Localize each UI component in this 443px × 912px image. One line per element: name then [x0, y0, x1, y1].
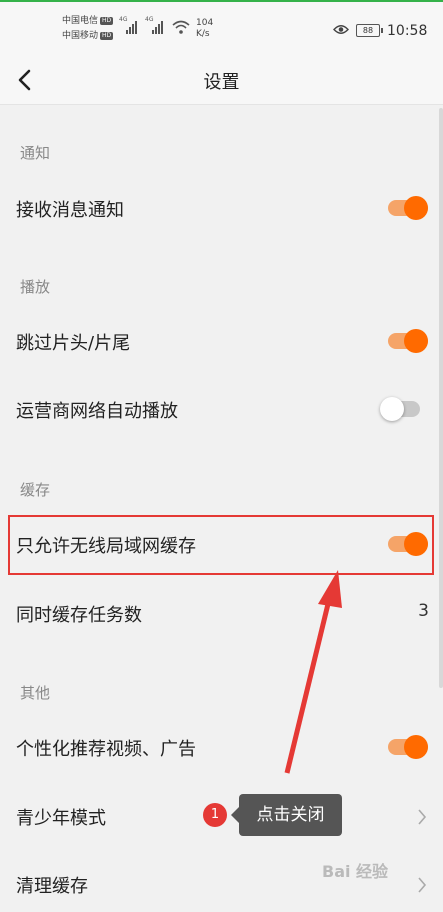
row-label: 青少年模式 [16, 808, 106, 829]
step-badge: 1 [203, 803, 227, 827]
section-other-header: 其他 [20, 684, 51, 702]
row-label: 个性化推荐视频、广告 [16, 739, 196, 760]
section-cache-header: 缓存 [20, 481, 51, 499]
section-playback-header: 播放 [20, 278, 51, 296]
wifi-icon [172, 20, 190, 34]
personalized-toggle[interactable] [388, 735, 428, 759]
row-receive-notify[interactable]: 接收消息通知 [0, 180, 443, 236]
highlight-box [8, 515, 434, 575]
clock: 10:58 [387, 23, 428, 39]
tooltip-label: 点击关闭 [231, 794, 342, 836]
scrollbar[interactable] [439, 108, 443, 688]
signal-1-icon [126, 20, 137, 34]
row-carrier-autoplay[interactable]: 运营商网络自动播放 [0, 381, 443, 437]
carrier-autoplay-toggle[interactable] [380, 397, 420, 421]
carrier-2: 中国移动 HD [62, 31, 114, 41]
app-header: 设置 [0, 58, 443, 105]
carrier-1: 中国电信 HD [62, 16, 114, 26]
row-personalized[interactable]: 个性化推荐视频、广告 [0, 719, 443, 775]
skip-intro-toggle[interactable] [388, 329, 428, 353]
network-speed: 104 K/s [196, 18, 214, 39]
row-label: 接收消息通知 [16, 200, 124, 221]
battery-indicator: 88 [356, 24, 383, 37]
signal-2-icon [152, 20, 163, 34]
row-label: 清理缓存 [16, 876, 88, 897]
row-label: 跳过片头/片尾 [16, 333, 131, 354]
row-label: 同时缓存任务数 [16, 605, 142, 626]
eye-comfort-icon [333, 25, 349, 34]
chevron-right-icon [418, 809, 427, 825]
chevron-right-icon [418, 877, 427, 893]
row-skip-intro[interactable]: 跳过片头/片尾 [0, 313, 443, 369]
page-title: 设置 [203, 72, 240, 93]
watermark: Bai 经验 [322, 862, 389, 881]
concurrent-tasks-value: 3 [418, 601, 429, 621]
receive-notify-toggle[interactable] [388, 196, 428, 220]
row-concurrent-tasks[interactable]: 同时缓存任务数 3 [0, 585, 443, 641]
row-label: 运营商网络自动播放 [16, 401, 178, 422]
status-bar: 中国电信 HD 中国移动 HD 4G 4G 104 K/s 88 10:58 [0, 2, 443, 58]
section-notify-header: 通知 [20, 144, 51, 162]
